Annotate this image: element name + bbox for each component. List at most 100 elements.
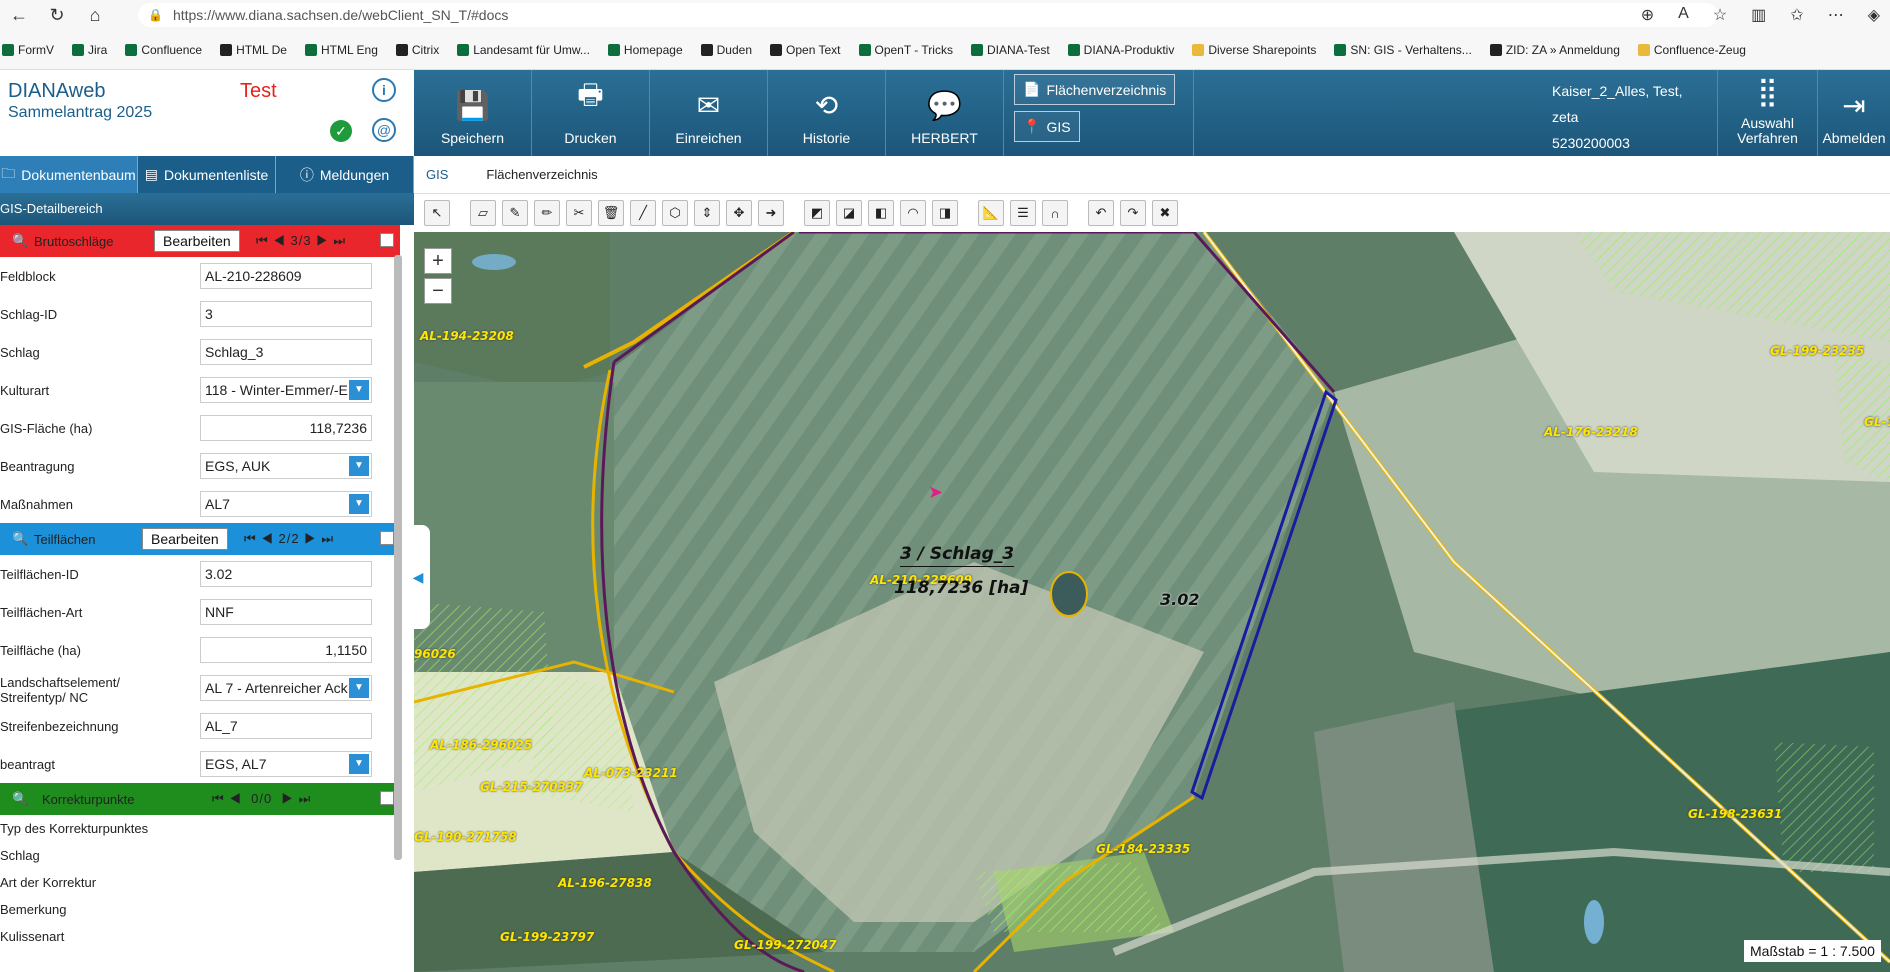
tab-meldungen[interactable]: ⓘ Meldungen [276, 156, 414, 193]
teil-section-header[interactable]: 🔍 Teilflächen Bearbeiten ⏮ ◀ 2/2 ▶ ⏭ [0, 523, 400, 555]
bookmark-folder[interactable]: Diverse Sharepoints [1192, 43, 1316, 57]
collapse-panel-handle[interactable]: ◀ [406, 525, 430, 629]
favorites-icon[interactable]: ✩ [1790, 5, 1803, 25]
select-pointer-icon[interactable]: ↖ [424, 200, 450, 226]
bookmark-item[interactable]: Duden [700, 43, 752, 57]
teilflaechen-id-field[interactable]: 3.02 [200, 561, 372, 587]
beantragung-select[interactable]: EGS, AUK ▼ [200, 453, 372, 479]
table-icon[interactable] [380, 233, 394, 247]
bookmark-item[interactable]: Landesamt für Umw... [457, 43, 590, 57]
brutto-section-header[interactable]: 🔍 Bruttoschläge Bearbeiten ⏮ ◀ 3/3 ▶ ⏭ [0, 225, 400, 257]
cancel-icon[interactable]: ✖ [1152, 200, 1178, 226]
teilflaeche-field[interactable]: 1,1150 [200, 637, 372, 663]
logout-button[interactable]: ⇥ Abmelden [1818, 70, 1890, 156]
bookmark-item[interactable]: SN: GIS - Verhaltens... [1334, 43, 1472, 57]
zoom-in-button[interactable]: + [424, 248, 452, 274]
back-arrow-icon[interactable]: ← [0, 0, 38, 30]
tab-dokumentenbaum[interactable]: 🗀 Dokumentenbaum [0, 156, 138, 193]
edit-polygon-icon[interactable]: ✎ [502, 200, 528, 226]
save-button[interactable]: 💾 Speichern [414, 70, 532, 156]
home-icon[interactable]: ⌂ [76, 0, 114, 30]
schlag-id-field[interactable]: 3 [200, 301, 372, 327]
vertex-icon[interactable]: ⬡ [662, 200, 688, 226]
move-icon[interactable]: ➜ [758, 200, 784, 226]
layer-edit-icon[interactable]: ◨ [932, 200, 958, 226]
bookmark-item[interactable]: Citrix [395, 43, 439, 57]
teilflaechen-art-field[interactable]: NNF [200, 599, 372, 625]
beantragt-select[interactable]: EGS, AL7 ▼ [200, 751, 372, 777]
layer-add-icon[interactable]: ◩ [804, 200, 830, 226]
panel-scrollbar[interactable] [394, 255, 402, 860]
zoom-out-button[interactable]: − [424, 278, 452, 304]
chevron-down-icon[interactable]: ▼ [349, 494, 369, 514]
gis-area-field[interactable]: 118,7236 [200, 415, 372, 441]
landschaftselement-select[interactable]: AL 7 - Artenreicher Ack ▼ [200, 675, 372, 701]
teil-edit-button[interactable]: Bearbeiten [142, 528, 228, 550]
copilot-icon[interactable]: ◈ [1868, 5, 1880, 25]
korrektur-section-header[interactable]: 🔍 Korrekturpunkte ⏮ ◀ 0/0 ▶ ⏭ [0, 783, 400, 815]
layers-icon[interactable]: ◧ [868, 200, 894, 226]
herbert-button[interactable]: 💬 HERBERT [886, 70, 1004, 156]
bookmark-item[interactable]: Open Text [770, 43, 841, 57]
chevron-down-icon[interactable]: ▼ [349, 754, 369, 774]
bookmark-item[interactable]: HTML Eng [304, 43, 378, 57]
split-icon[interactable]: ⇕ [694, 200, 720, 226]
draw-line-icon[interactable]: ╱ [630, 200, 656, 226]
info-icon[interactable]: i [372, 78, 396, 102]
gis-button[interactable]: 📍 GIS [1014, 111, 1080, 142]
more-menu-icon[interactable]: ⋯ [1828, 5, 1844, 25]
favorite-star-icon[interactable]: ☆ [1713, 5, 1727, 25]
merge-icon[interactable]: ✥ [726, 200, 752, 226]
bookmark-item[interactable]: Jira [72, 43, 107, 57]
bookmark-item[interactable]: DIANA-Test [970, 43, 1050, 57]
redo-icon[interactable]: ↷ [1120, 200, 1146, 226]
at-icon[interactable]: @ [372, 118, 396, 142]
buffer-icon[interactable]: ◠ [900, 200, 926, 226]
print-button[interactable]: 🖶 Drucken [532, 70, 650, 156]
bookmark-item[interactable]: Confluence [125, 43, 202, 57]
measure-icon[interactable]: 📐 [978, 200, 1004, 226]
chevron-down-icon[interactable]: ▼ [349, 380, 369, 400]
legend-icon[interactable]: ☰ [1010, 200, 1036, 226]
streifenbezeichnung-field[interactable]: AL_7 [200, 713, 372, 739]
bookmark-item[interactable]: DIANA-Produktiv [1067, 43, 1174, 57]
kulturart-select[interactable]: 118 - Winter-Emmer/-E ▼ [200, 377, 372, 403]
bookmark-item[interactable]: HTML De [220, 43, 287, 57]
schlag-field[interactable]: Schlag_3 [200, 339, 372, 365]
bookmark-folder[interactable]: Confluence-Zeug [1637, 43, 1746, 57]
bookmark-item[interactable]: FormV [2, 43, 54, 57]
split-screen-icon[interactable]: ▥ [1751, 5, 1766, 25]
undo-icon[interactable]: ↶ [1088, 200, 1114, 226]
select-procedure-button[interactable]: ⣿ Auswahl Verfahren [1718, 70, 1818, 156]
map-canvas[interactable] [414, 232, 1890, 972]
massnahmen-select[interactable]: AL7 ▼ [200, 491, 372, 517]
submit-button[interactable]: ✉ Einreichen [650, 70, 768, 156]
tab-flaechenverzeichnis[interactable]: Flächenverzeichnis [474, 167, 609, 182]
table-icon[interactable] [380, 791, 394, 805]
bookmark-item[interactable]: Homepage [607, 43, 683, 57]
check-icon[interactable]: ✓ [330, 120, 352, 142]
table-icon[interactable] [380, 531, 394, 545]
scissors-icon[interactable]: ✂ [566, 200, 592, 226]
bookmark-item[interactable]: ZID: ZA » Anmeldung [1489, 43, 1620, 57]
draw-polygon-icon[interactable]: ▱ [470, 200, 496, 226]
gis-map[interactable]: AL-194-23208 AL-176-23218 GL-199-23235 G… [414, 232, 1890, 972]
magnet-icon[interactable]: ∩ [1042, 200, 1068, 226]
brutto-edit-button[interactable]: Bearbeiten [154, 230, 240, 252]
tab-dokumentenliste[interactable]: ▤ Dokumentenliste [138, 156, 276, 193]
zoom-icon[interactable]: ⊕ [1641, 5, 1654, 25]
pencil-icon[interactable]: ✏ [534, 200, 560, 226]
reload-icon[interactable]: ↻ [38, 0, 76, 30]
history-button[interactable]: ⟲ Historie [768, 70, 886, 156]
bookmark-item[interactable]: OpenT - Tricks [858, 43, 953, 57]
address-bar[interactable]: 🔒 https://www.diana.sachsen.de/webClient… [138, 3, 1718, 27]
chevron-down-icon[interactable]: ▼ [349, 456, 369, 476]
bookmark-icon [2, 43, 14, 56]
feldblock-field[interactable]: AL-210-228609 [200, 263, 372, 289]
chevron-down-icon[interactable]: ▼ [349, 678, 369, 698]
tab-gis[interactable]: GIS [414, 167, 460, 182]
trash-icon[interactable]: 🗑 [598, 200, 624, 226]
layer-icon[interactable]: ◪ [836, 200, 862, 226]
read-aloud-icon[interactable]: A [1678, 5, 1689, 25]
flaechenverzeichnis-button[interactable]: 📄 Flächenverzeichnis [1014, 74, 1176, 105]
